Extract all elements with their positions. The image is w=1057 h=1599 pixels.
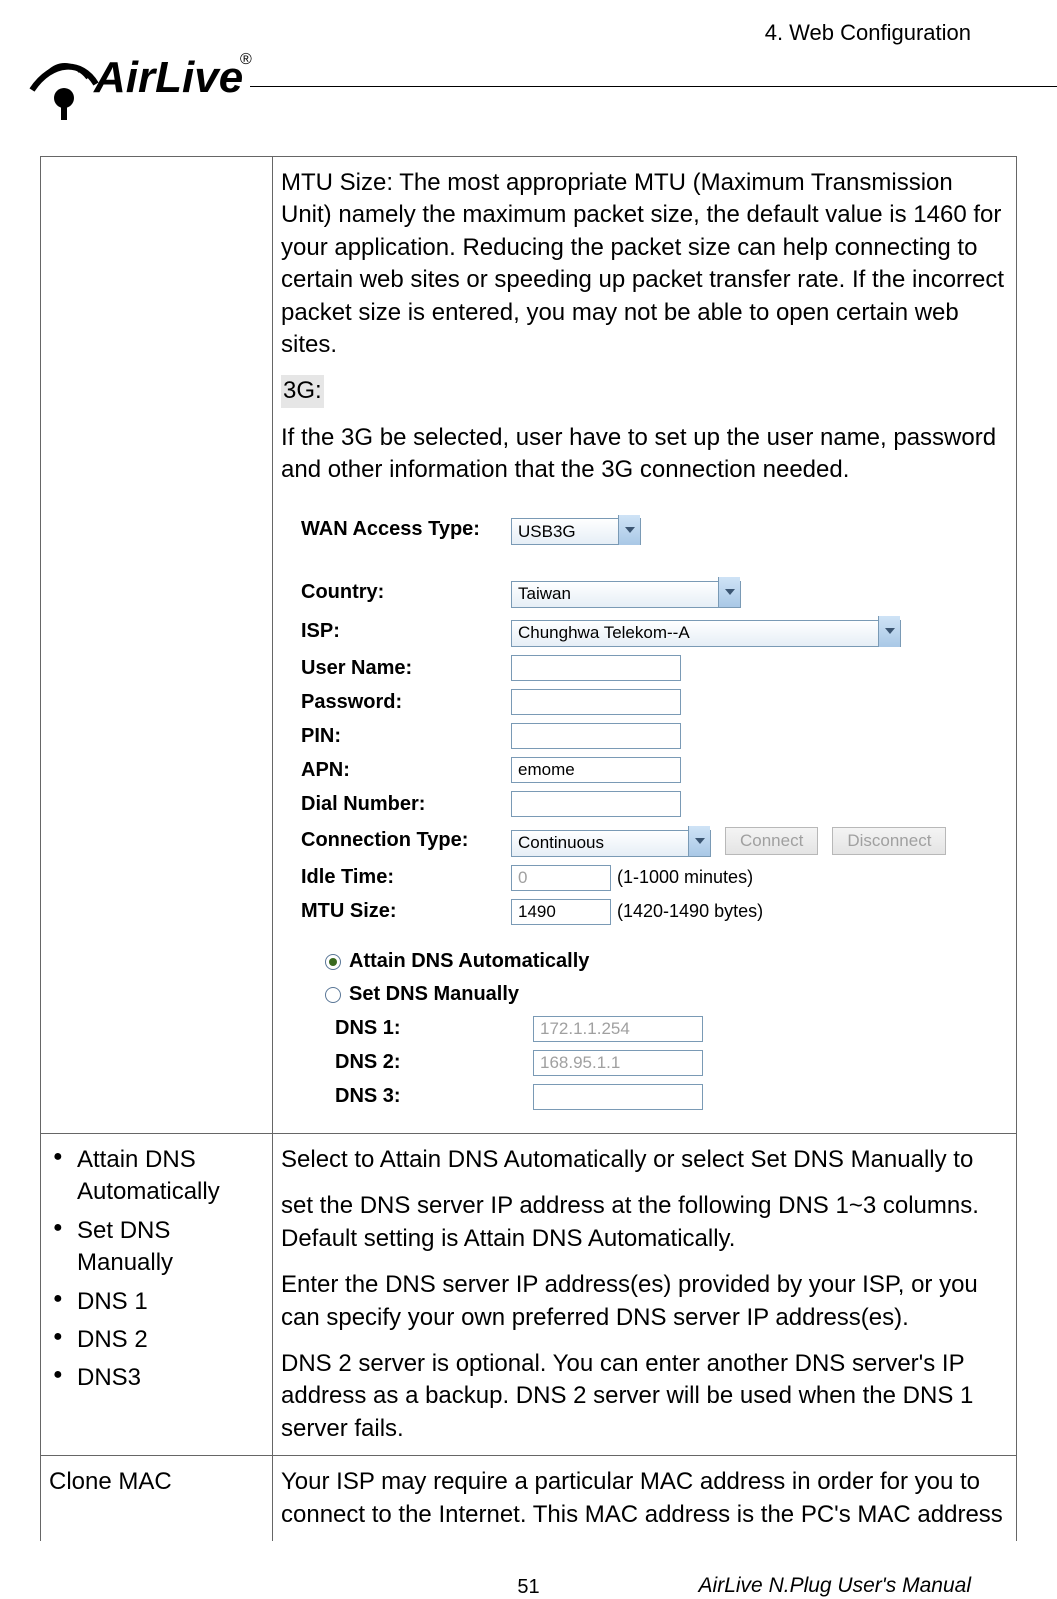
chevron-down-icon <box>618 515 640 545</box>
isp-select[interactable]: Chunghwa Telekom--A <box>511 615 901 647</box>
wan-config-form: WAN Access Type: USB3G Country: T <box>281 501 1010 1124</box>
list-item: DNS 1 <box>49 1286 266 1318</box>
dns3-label: DNS 3: <box>335 1083 533 1110</box>
config-table: MTU Size: The most appropriate MTU (Maxi… <box>40 156 1017 1541</box>
wan-access-type-select[interactable]: USB3G <box>511 514 641 546</box>
dns3-input[interactable] <box>533 1084 703 1110</box>
connection-type-label: Connection Type: <box>301 827 511 854</box>
radio-checked-icon <box>325 954 341 970</box>
mtu-paragraph: MTU Size: The most appropriate MTU (Maxi… <box>281 167 1010 361</box>
dns2-input[interactable] <box>533 1050 703 1076</box>
connect-button[interactable]: Connect <box>725 827 818 855</box>
dns-para-4: DNS 2 server is optional. You can enter … <box>281 1348 1010 1445</box>
dns-manual-radio[interactable]: Set DNS Manually <box>325 981 1010 1008</box>
dns-para-2: set the DNS server IP address at the fol… <box>281 1190 1010 1255</box>
chapter-heading: 4. Web Configuration <box>765 20 971 46</box>
dns-para-3: Enter the DNS server IP address(es) prov… <box>281 1269 1010 1334</box>
dns-auto-radio[interactable]: Attain DNS Automatically <box>325 948 1010 975</box>
dns1-input[interactable] <box>533 1016 703 1042</box>
disconnect-button[interactable]: Disconnect <box>832 827 946 855</box>
g3-paragraph: If the 3G be selected, user have to set … <box>281 422 1010 487</box>
list-item: Set DNS Manually <box>49 1215 266 1280</box>
row2-right: Select to Attain DNS Automatically or se… <box>273 1134 1017 1456</box>
brand-logo: AirLive ® <box>22 30 252 131</box>
chevron-down-icon <box>688 826 710 856</box>
country-select[interactable]: Taiwan <box>511 576 741 608</box>
mtu-size-note: (1420-1490 bytes) <box>617 899 763 923</box>
header-divider <box>250 86 1057 87</box>
idle-time-input[interactable] <box>511 865 611 891</box>
list-item: Attain DNS Automatically <box>49 1144 266 1209</box>
username-input[interactable] <box>511 655 681 681</box>
list-item: DNS3 <box>49 1362 266 1394</box>
row1-right: MTU Size: The most appropriate MTU (Maxi… <box>273 157 1017 1134</box>
row3-right: Your ISP may require a particular MAC ad… <box>273 1456 1017 1541</box>
apn-input[interactable] <box>511 757 681 783</box>
chevron-down-icon <box>718 577 740 607</box>
dial-number-input[interactable] <box>511 791 681 817</box>
idle-time-note: (1-1000 minutes) <box>617 865 753 889</box>
idle-time-label: Idle Time: <box>301 864 511 891</box>
password-label: Password: <box>301 689 511 716</box>
dns1-label: DNS 1: <box>335 1015 533 1042</box>
radio-icon <box>325 987 341 1003</box>
dns2-label: DNS 2: <box>335 1049 533 1076</box>
isp-label: ISP: <box>301 618 511 645</box>
svg-text:AirLive: AirLive <box>93 53 243 102</box>
pin-label: PIN: <box>301 723 511 750</box>
page-number: 51 <box>517 1576 539 1599</box>
dns-para-1: Select to Attain DNS Automatically or se… <box>281 1144 1010 1176</box>
chevron-down-icon <box>878 616 900 646</box>
wan-access-type-label: WAN Access Type: <box>301 516 511 543</box>
username-label: User Name: <box>301 655 511 682</box>
svg-text:®: ® <box>240 51 252 68</box>
mtu-size-label: MTU Size: <box>301 898 511 925</box>
pin-input[interactable] <box>511 723 681 749</box>
list-item: DNS 2 <box>49 1324 266 1356</box>
manual-title: AirLive N.Plug User's Manual <box>699 1574 971 1598</box>
dial-number-label: Dial Number: <box>301 791 511 818</box>
apn-label: APN: <box>301 757 511 784</box>
row3-left: Clone MAC <box>41 1456 273 1541</box>
row1-left-empty <box>41 157 273 1134</box>
mtu-size-input[interactable] <box>511 899 611 925</box>
g3-heading: 3G: <box>281 375 324 407</box>
row2-left: Attain DNS Automatically Set DNS Manuall… <box>41 1134 273 1456</box>
country-label: Country: <box>301 579 511 606</box>
password-input[interactable] <box>511 689 681 715</box>
connection-type-select[interactable]: Continuous <box>511 825 711 857</box>
